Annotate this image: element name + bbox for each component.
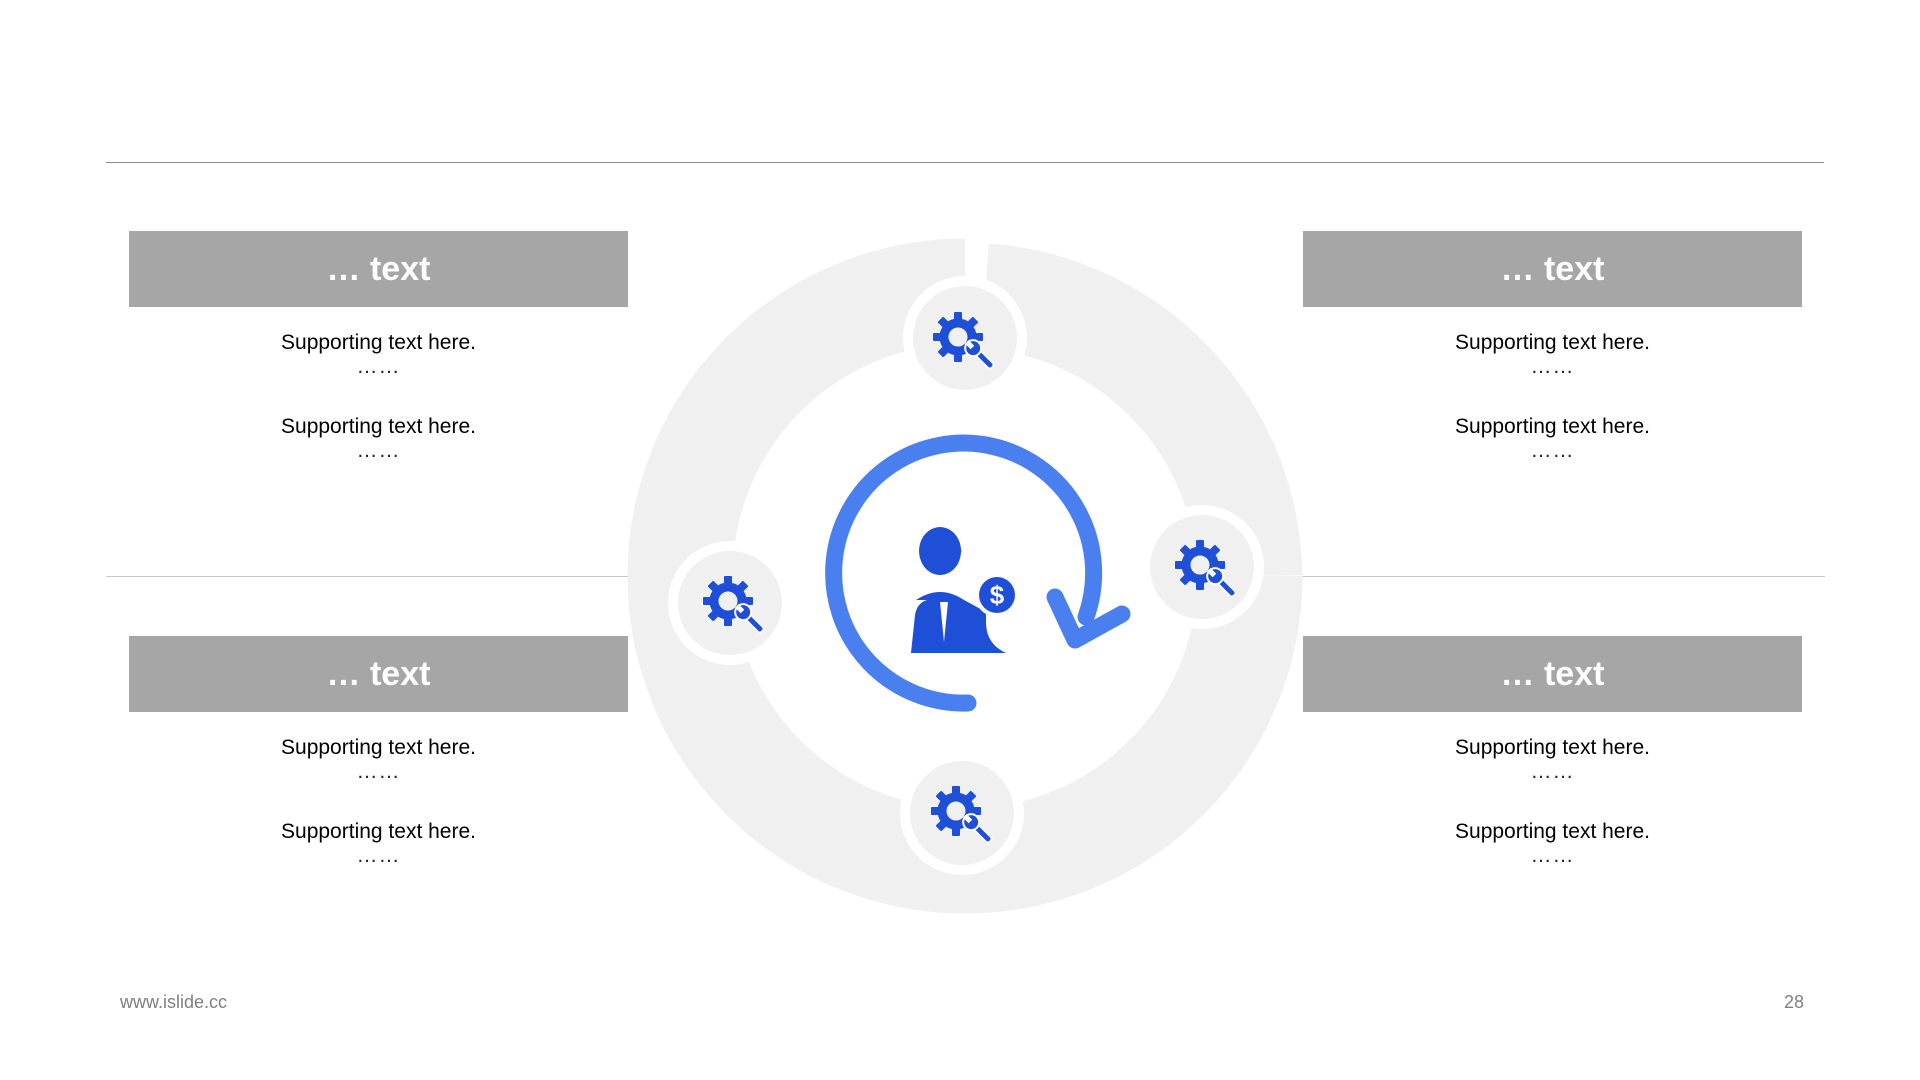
middle-left-divider (106, 576, 651, 577)
card-body: Supporting text here. …… Supporting text… (129, 331, 628, 463)
ellipsis-text: …… (356, 844, 401, 867)
gear-wrench-icon (931, 786, 997, 848)
ellipsis-text: …… (1530, 355, 1575, 378)
supporting-text: Supporting text here. (281, 331, 476, 354)
ellipsis-text: …… (356, 355, 401, 378)
ellipsis-text: …… (1530, 760, 1575, 783)
supporting-text: Supporting text here. (281, 415, 476, 438)
card-title: … text (129, 636, 628, 712)
card-title: … text (129, 231, 628, 307)
supporting-text: Supporting text here. (1455, 736, 1650, 759)
card-bottom-right: … text Supporting text here. …… Supporti… (1303, 636, 1802, 868)
supporting-text: Supporting text here. (1455, 415, 1650, 438)
top-divider (106, 162, 1824, 163)
slide: … text Supporting text here. …… Supporti… (0, 0, 1920, 1080)
page-number: 28 (1784, 992, 1805, 1012)
card-item: Supporting text here. …… (1303, 331, 1802, 379)
card-item: Supporting text here. …… (129, 820, 628, 868)
gear-wrench-icon (1175, 540, 1241, 602)
circular-arrow-icon (825, 434, 1131, 712)
card-top-left: … text Supporting text here. …… Supporti… (129, 231, 628, 463)
svg-text:$: $ (990, 580, 1005, 610)
card-top-right: … text Supporting text here. …… Supporti… (1303, 231, 1802, 463)
card-item: Supporting text here. …… (129, 331, 628, 379)
card-body: Supporting text here. …… Supporting text… (1303, 331, 1802, 463)
supporting-text: Supporting text here. (1455, 820, 1650, 843)
card-item: Supporting text here. …… (129, 415, 628, 463)
card-title: … text (1303, 231, 1802, 307)
gear-wrench-icon (933, 312, 999, 374)
footer-url[interactable]: www.islide.cc (120, 992, 227, 1013)
ring (627, 238, 1303, 914)
ellipsis-text: …… (356, 439, 401, 462)
card-bottom-left: … text Supporting text here. …… Supporti… (129, 636, 628, 868)
card-body: Supporting text here. …… Supporting text… (1303, 736, 1802, 868)
card-item: Supporting text here. …… (129, 736, 628, 784)
supporting-text: Supporting text here. (1455, 331, 1650, 354)
ellipsis-text: …… (1530, 844, 1575, 867)
card-body: Supporting text here. …… Supporting text… (129, 736, 628, 868)
ellipsis-text: …… (356, 760, 401, 783)
businessman-dollar-icon: $ (911, 527, 1019, 653)
card-item: Supporting text here. …… (1303, 736, 1802, 784)
supporting-text: Supporting text here. (281, 736, 476, 759)
gear-wrench-icon (703, 576, 769, 638)
card-item: Supporting text here. …… (1303, 820, 1802, 868)
middle-right-divider (1280, 576, 1825, 577)
card-item: Supporting text here. …… (1303, 415, 1802, 463)
supporting-text: Supporting text here. (281, 820, 476, 843)
ellipsis-text: …… (1530, 439, 1575, 462)
card-title: … text (1303, 636, 1802, 712)
